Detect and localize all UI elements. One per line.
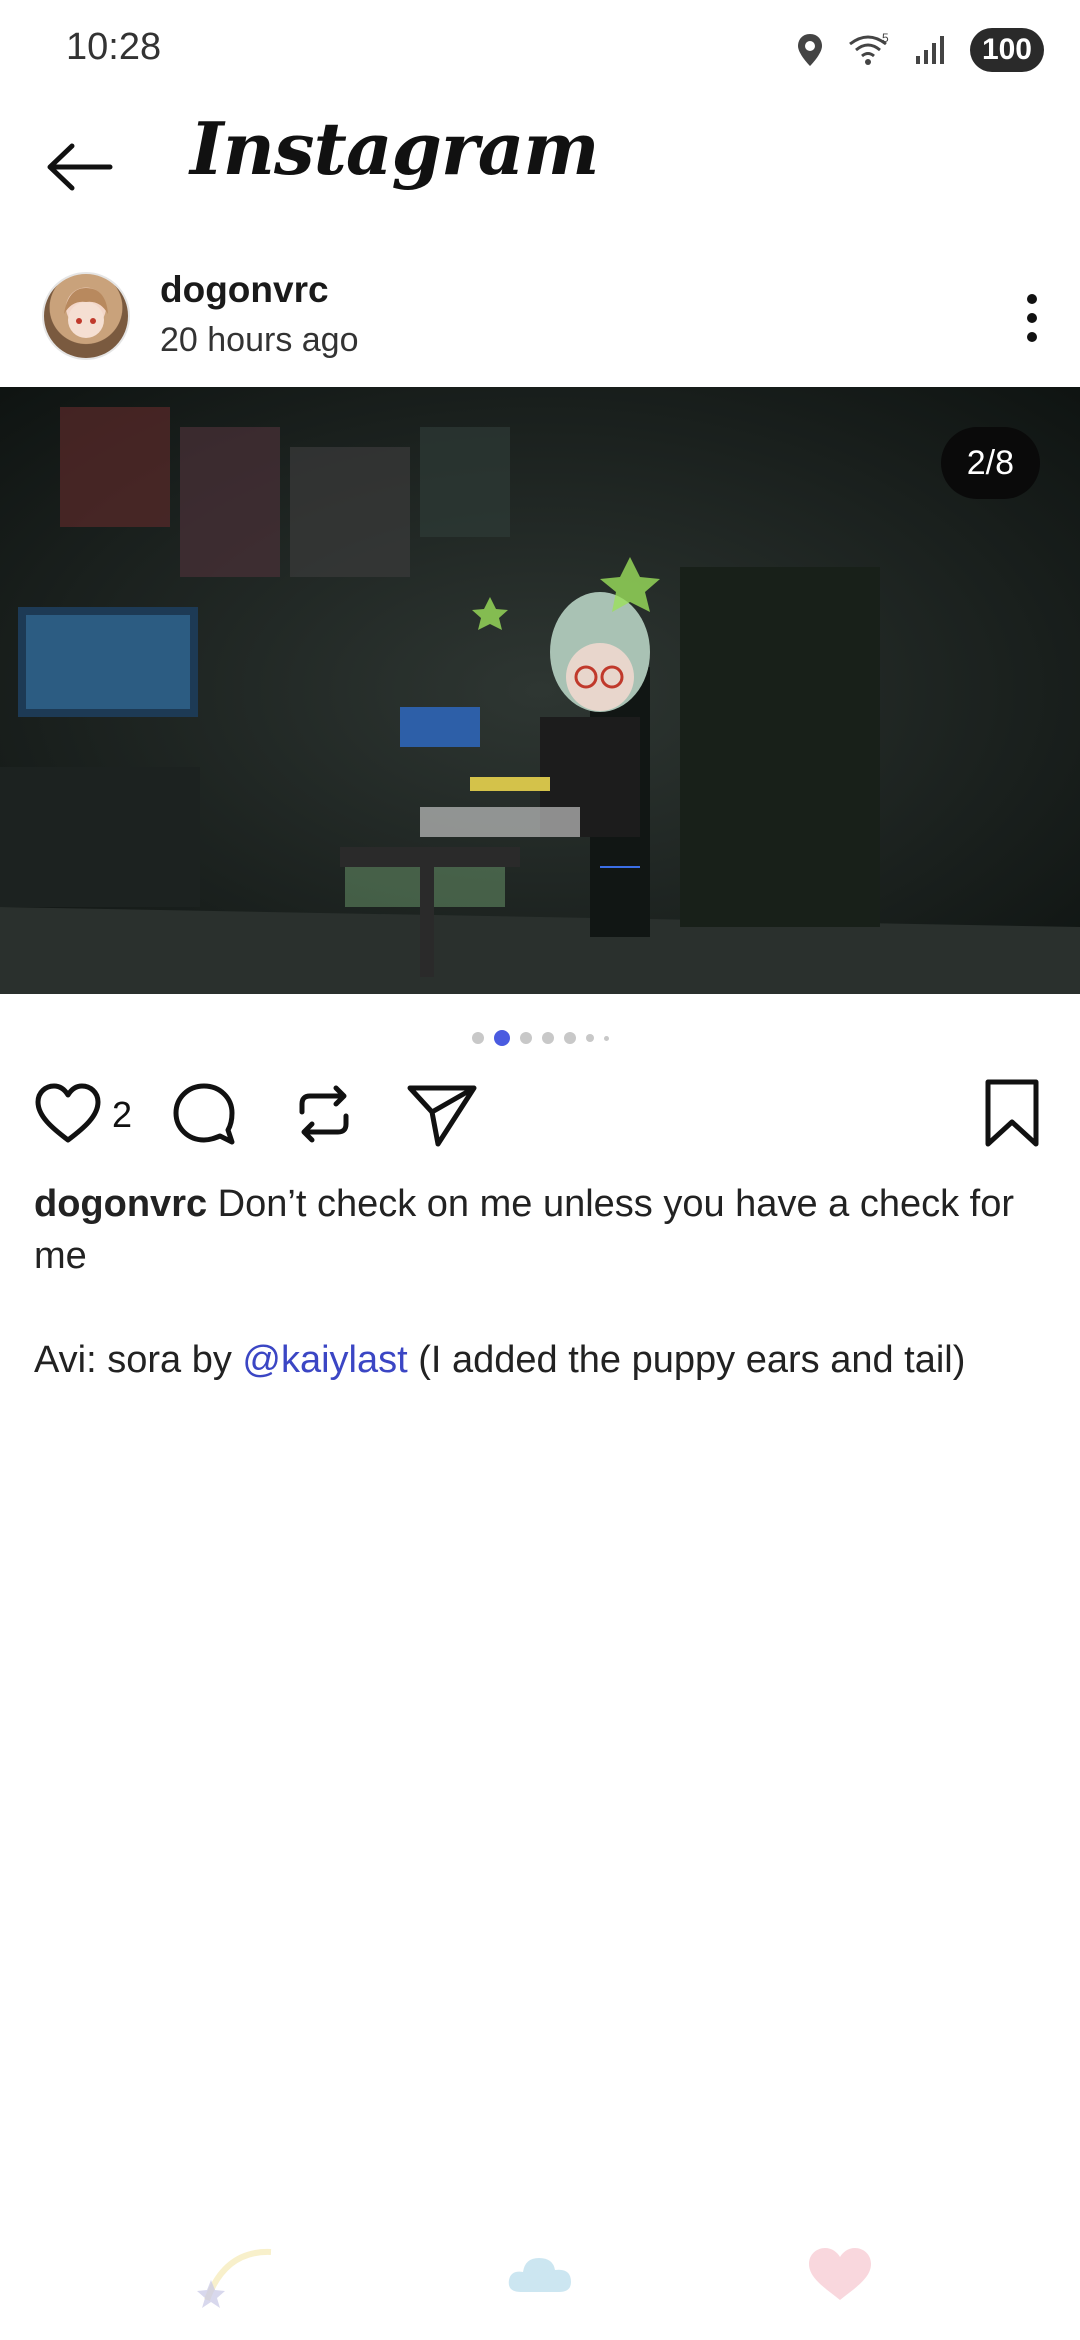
comment-icon[interactable] [168, 1078, 240, 1150]
carousel-indicator [0, 1028, 1080, 1048]
repost-icon[interactable] [288, 1078, 360, 1150]
caption-mention[interactable]: @kaiylast [242, 1339, 407, 1381]
more-options-icon[interactable] [1004, 285, 1060, 349]
post-header: dogonvrc 20 hours ago [0, 255, 1080, 375]
carousel-dot [471, 1032, 484, 1044]
battery-icon: 100 [969, 28, 1044, 72]
arrow-left-icon[interactable] [40, 132, 120, 202]
carousel-dot [541, 1032, 554, 1044]
post-media[interactable]: 2/8 [0, 387, 1080, 994]
caption-line-2: Avi: sora by @kaiylast (I added the pupp… [34, 1334, 1044, 1386]
avatar[interactable] [42, 272, 130, 360]
status-icons: 5 100 [796, 26, 1044, 74]
caption-line-1: dogonvrc Don’t check on me unless you ha… [34, 1178, 1044, 1282]
post-image [0, 387, 1080, 994]
shooting-star-icon [197, 2248, 272, 2308]
location-icon [797, 34, 822, 66]
caption-username[interactable]: dogonvrc [34, 1183, 207, 1225]
post-username[interactable]: dogonvrc [160, 269, 329, 311]
post-actions: 2 [0, 1078, 1080, 1158]
app-logo: Instagram [190, 106, 600, 191]
carousel-dot [519, 1032, 532, 1044]
carousel-dot [563, 1032, 576, 1044]
carousel-dot-active [493, 1030, 510, 1046]
heart-icon[interactable] [32, 1078, 104, 1150]
caption-line2-suffix: (I added the puppy ears and tail) [407, 1339, 966, 1381]
share-icon[interactable] [404, 1078, 480, 1150]
media-counter: 2/8 [940, 427, 1040, 499]
bookmark-icon[interactable] [980, 1078, 1044, 1150]
cloud-icon [508, 2258, 571, 2292]
signal-icon [915, 36, 944, 64]
heart-decor-icon [809, 2248, 871, 2300]
wifi-icon: 5 [849, 32, 889, 65]
like-count: 2 [112, 1094, 133, 1135]
caption-line2-prefix: Avi: sora by [34, 1339, 243, 1381]
status-time: 10:28 [66, 26, 162, 68]
post-caption: dogonvrc Don’t check on me unless you ha… [34, 1178, 1044, 1386]
carousel-dot [603, 1035, 609, 1041]
svg-text:5: 5 [882, 32, 889, 45]
bottom-decor [0, 2230, 1080, 2320]
app-header: Instagram [0, 100, 1080, 240]
post-timestamp: 20 hours ago [160, 321, 359, 359]
carousel-dot [585, 1034, 594, 1042]
status-bar: 10:28 5 100 [0, 0, 1080, 100]
